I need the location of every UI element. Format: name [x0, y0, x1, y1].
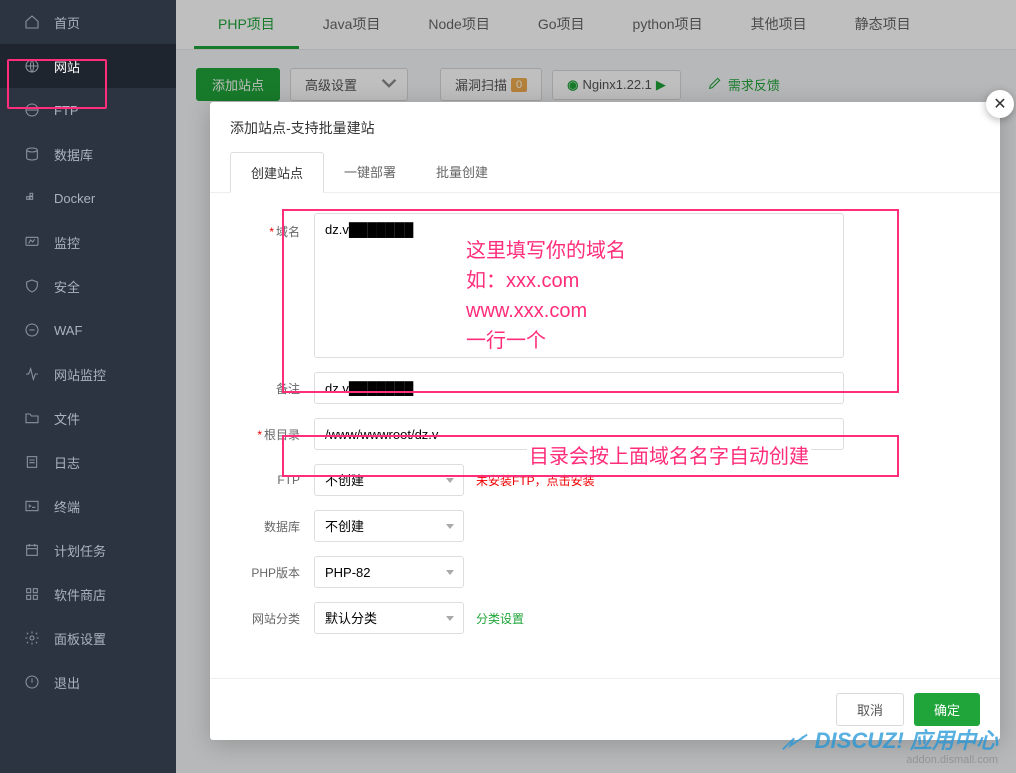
sidebar-item-website[interactable]: 网站: [0, 44, 176, 88]
remark-input[interactable]: [314, 372, 844, 404]
sidebar-label: 退出: [54, 673, 80, 692]
dialog-tab-create[interactable]: 创建站点: [230, 152, 324, 193]
sidebar: 首页 网站 FTP 数据库 Docker 监控 安全 WAF 网站监控 文件 日…: [0, 0, 176, 773]
waf-icon: [24, 322, 40, 338]
terminal-icon: [24, 498, 40, 514]
power-icon: [24, 674, 40, 690]
sidebar-label: 面板设置: [54, 629, 106, 648]
label-remark: 备注: [240, 380, 300, 397]
dialog-title: 添加站点-支持批量建站: [210, 102, 1000, 152]
dialog-tabs: 创建站点 一键部署 批量创建: [210, 152, 1000, 193]
sidebar-label: 网站监控: [54, 365, 106, 384]
cancel-button[interactable]: 取消: [836, 693, 904, 726]
sidebar-label: 首页: [54, 13, 80, 32]
sidebar-item-cron[interactable]: 计划任务: [0, 528, 176, 572]
add-site-dialog: ✕ 添加站点-支持批量建站 创建站点 一键部署 批量创建 *域名 dz.v███…: [210, 102, 1000, 740]
label-root: *根目录: [240, 426, 300, 443]
log-icon: [24, 454, 40, 470]
sidebar-label: 文件: [54, 409, 80, 428]
sidebar-label: 数据库: [54, 145, 93, 164]
php-select[interactable]: PHP-82: [314, 556, 464, 588]
label-db: 数据库: [240, 518, 300, 535]
sidebar-item-terminal[interactable]: 终端: [0, 484, 176, 528]
sidebar-label: WAF: [54, 323, 82, 338]
root-input[interactable]: [314, 418, 844, 450]
domain-textarea[interactable]: dz.v███████: [314, 213, 844, 358]
ok-button[interactable]: 确定: [914, 693, 980, 726]
shield-icon: [24, 278, 40, 294]
activity-icon: [24, 366, 40, 382]
dialog-footer: 取消 确定: [210, 678, 1000, 740]
monitor-icon: [24, 234, 40, 250]
close-icon[interactable]: ✕: [986, 90, 1014, 118]
sidebar-label: 软件商店: [54, 585, 106, 604]
sidebar-item-waf[interactable]: WAF: [0, 308, 176, 352]
sidebar-item-site-monitor[interactable]: 网站监控: [0, 352, 176, 396]
sidebar-label: FTP: [54, 103, 79, 118]
sidebar-item-docker[interactable]: Docker: [0, 176, 176, 220]
sidebar-label: 日志: [54, 453, 80, 472]
sidebar-item-logout[interactable]: 退出: [0, 660, 176, 704]
sidebar-item-home[interactable]: 首页: [0, 0, 176, 44]
ftp-install-link[interactable]: 未安装FTP，点击安装: [476, 472, 595, 489]
folder-icon: [24, 410, 40, 426]
sidebar-label: Docker: [54, 191, 95, 206]
label-domain: *域名: [240, 213, 300, 240]
calendar-icon: [24, 542, 40, 558]
globe-icon: [24, 58, 40, 74]
label-category: 网站分类: [240, 610, 300, 627]
grid-icon: [24, 586, 40, 602]
label-ftp: FTP: [240, 473, 300, 487]
docker-icon: [24, 190, 40, 206]
category-settings-link[interactable]: 分类设置: [476, 610, 524, 627]
ftp-select[interactable]: 不创建: [314, 464, 464, 496]
database-icon: [24, 146, 40, 162]
sidebar-label: 监控: [54, 233, 80, 252]
category-select[interactable]: 默认分类: [314, 602, 464, 634]
dialog-tab-batch[interactable]: 批量创建: [416, 152, 508, 192]
dialog-form: *域名 dz.v███████ 备注 *根目录 FTP 不创建 未安装FTP，点…: [210, 193, 1000, 678]
sidebar-item-softstore[interactable]: 软件商店: [0, 572, 176, 616]
sidebar-item-database[interactable]: 数据库: [0, 132, 176, 176]
sidebar-item-logs[interactable]: 日志: [0, 440, 176, 484]
sidebar-item-security[interactable]: 安全: [0, 264, 176, 308]
sidebar-item-files[interactable]: 文件: [0, 396, 176, 440]
home-icon: [24, 14, 40, 30]
gear-icon: [24, 630, 40, 646]
label-php: PHP版本: [240, 564, 300, 581]
dialog-tab-deploy[interactable]: 一键部署: [324, 152, 416, 192]
sidebar-label: 计划任务: [54, 541, 106, 560]
sidebar-item-monitor[interactable]: 监控: [0, 220, 176, 264]
sidebar-item-settings[interactable]: 面板设置: [0, 616, 176, 660]
sidebar-label: 终端: [54, 497, 80, 516]
ftp-icon: [24, 102, 40, 118]
sidebar-label: 安全: [54, 277, 80, 296]
sidebar-label: 网站: [54, 57, 80, 76]
db-select[interactable]: 不创建: [314, 510, 464, 542]
sidebar-item-ftp[interactable]: FTP: [0, 88, 176, 132]
